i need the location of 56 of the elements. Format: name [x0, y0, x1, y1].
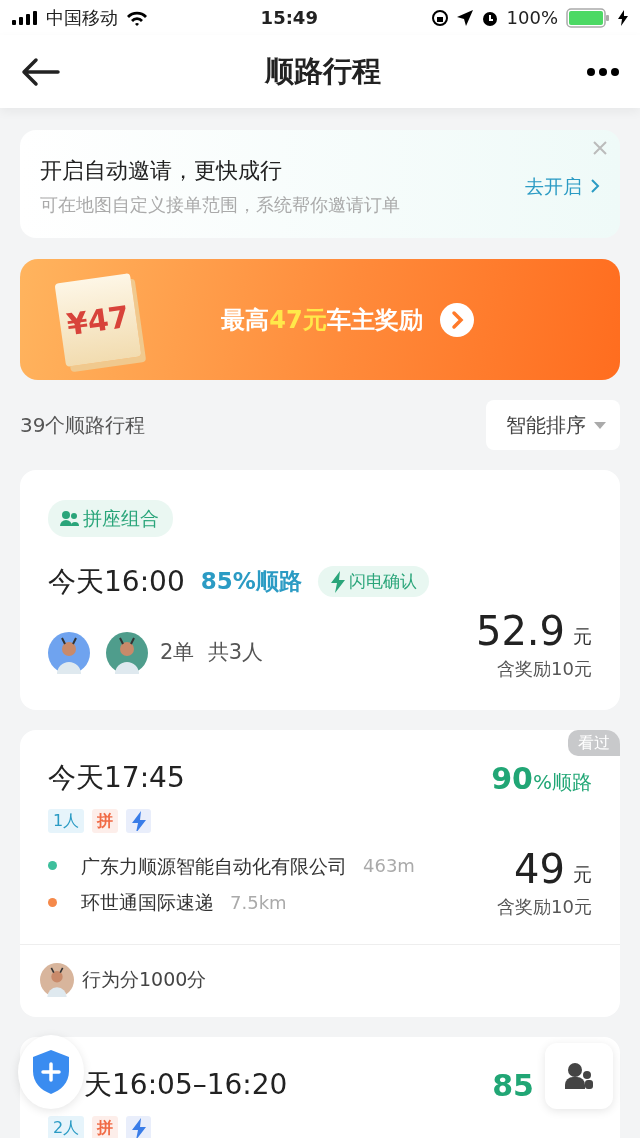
back-icon[interactable]: [20, 56, 60, 87]
trip-price: 52.9: [475, 610, 565, 651]
signal-icon: [12, 10, 38, 25]
match-rate: 85%顺路: [200, 567, 302, 597]
instant-confirm-badge: 闪电确认: [317, 565, 429, 598]
passenger-tag: 1人: [48, 808, 85, 833]
status-time: 15:49: [259, 6, 319, 30]
stop-distance: 7.5km: [230, 890, 287, 915]
lightning-icon: [126, 808, 152, 833]
passengers-button[interactable]: [545, 1043, 613, 1109]
currency-unit: 元: [573, 624, 592, 649]
charging-icon: [618, 9, 628, 26]
shield-plus-icon: [33, 1050, 69, 1094]
combo-tag: 拼座组合: [48, 500, 173, 537]
match-rate: 85: [492, 1066, 534, 1105]
trip-count: 39个顺路行程: [20, 412, 146, 439]
avatar: [40, 962, 74, 997]
sort-dropdown[interactable]: 智能排序: [486, 400, 620, 450]
reward-note: 含奖励10元: [497, 656, 592, 681]
lightning-icon: [329, 570, 345, 593]
people-icon: [565, 1063, 593, 1089]
order-summary: 2单 共3人: [160, 638, 264, 666]
match-rate: 90%顺路: [491, 759, 592, 798]
banner-title: 开启自动邀请，更快成行: [40, 157, 283, 185]
battery-percent: 100%: [506, 6, 558, 30]
more-icon[interactable]: [586, 66, 620, 77]
people-icon: [60, 510, 79, 527]
chevron-right-icon: [590, 178, 600, 194]
avatar: [106, 631, 148, 674]
chevron-circle-icon: [438, 301, 475, 338]
wifi-icon: [126, 9, 148, 26]
promo-text: 最高47元车主奖励: [221, 304, 423, 336]
rotation-lock-icon: [430, 8, 449, 27]
promo-banner[interactable]: ¥47 最高47元车主奖励: [20, 259, 620, 380]
stop-name: 广东力顺源智能自动化有限公司: [81, 853, 347, 879]
trip-time: 今天17:45: [48, 760, 185, 796]
trip-time: 今天16:00: [48, 563, 185, 600]
location-icon: [456, 9, 473, 26]
banner-subtitle: 可在地图自定义接单范围，系统帮你邀请订单: [40, 193, 400, 217]
passenger-tag: 2人: [48, 1115, 85, 1138]
trip-time: 天16:05–16:20: [83, 1067, 288, 1103]
battery-icon: [566, 7, 610, 28]
behavior-score: 行为分1000分: [82, 967, 207, 993]
carpool-tag: 拼: [92, 1115, 119, 1138]
carrier-name: 中国移动: [46, 6, 118, 30]
stop-name: 环世通国际速递: [81, 890, 214, 915]
lightning-icon: [126, 1115, 152, 1138]
currency-unit: 元: [573, 862, 592, 887]
stop-distance: 463m: [363, 854, 415, 879]
trip-card[interactable]: 拼座组合 今天16:00 85%顺路 闪电确认 2单 共3人 52.9 元 含奖励10元: [20, 470, 620, 710]
trip-price: 49: [514, 848, 565, 889]
page-title: 顺路行程: [265, 52, 381, 90]
carpool-tag: 拼: [92, 808, 119, 833]
avatar: [48, 631, 90, 674]
reward-note: 含奖励10元: [497, 894, 592, 919]
caret-down-icon: [594, 421, 606, 429]
